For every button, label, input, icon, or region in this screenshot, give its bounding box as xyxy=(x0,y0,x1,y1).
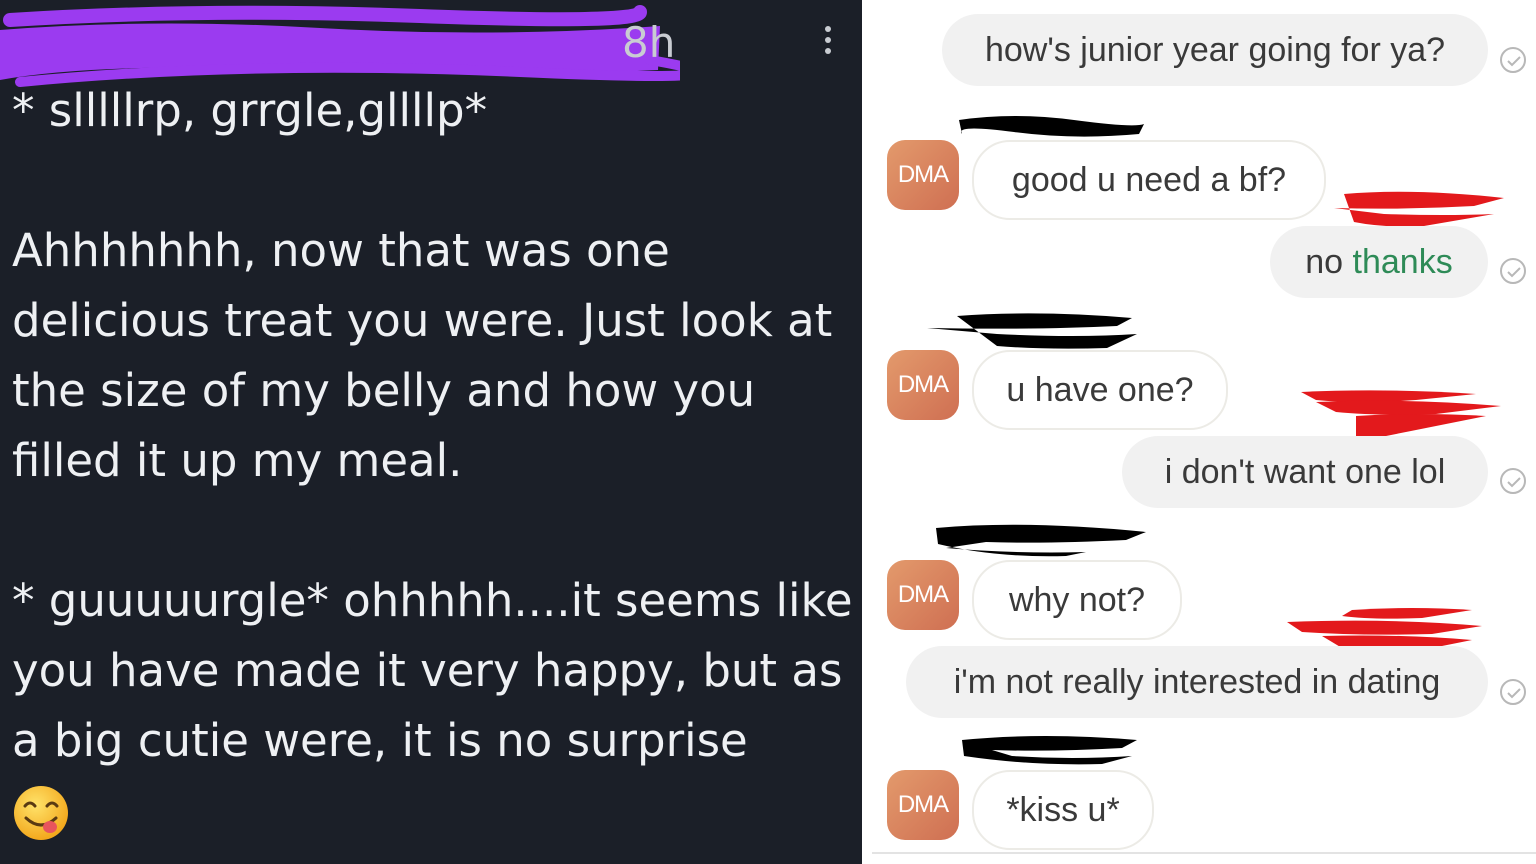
divider xyxy=(872,852,1536,854)
red-redaction xyxy=(1334,191,1504,227)
message-text: u have one? xyxy=(1006,370,1194,409)
message-bubble-sent: no thanks xyxy=(1270,226,1488,298)
message-text: why not? xyxy=(1008,580,1146,619)
avatar: DMA xyxy=(887,560,959,630)
message-bubble-sent: how's junior year going for ya? xyxy=(942,14,1488,86)
message-text-highlight: thanks xyxy=(1352,242,1453,281)
message-bubble-received: why not? xyxy=(972,560,1182,640)
more-options-icon[interactable] xyxy=(816,26,840,62)
comment-line-2: Ahhhhhhh, now that was one delicious tre… xyxy=(12,224,833,487)
message-text: i don't want one lol xyxy=(1164,452,1446,491)
message-text: good u need a bf? xyxy=(1011,160,1287,199)
black-redaction xyxy=(927,313,1137,349)
black-redaction xyxy=(936,524,1146,557)
message-bubble-received: *kiss u* xyxy=(972,770,1154,850)
message-text: i'm not really interested in dating xyxy=(953,662,1441,701)
read-receipt-icon xyxy=(1500,47,1526,73)
message-bubble-sent: i don't want one lol xyxy=(1122,436,1488,508)
avatar: DMA xyxy=(887,770,959,840)
comment-line-3: * guuuuurgle* ohhhhh....it seems like yo… xyxy=(12,574,853,767)
avatar: DMA xyxy=(887,350,959,420)
read-receipt-icon xyxy=(1500,468,1526,494)
chat-panel: how's junior year going for ya? DMA good… xyxy=(862,0,1536,864)
message-text-plain: no xyxy=(1305,242,1353,281)
black-redaction xyxy=(959,116,1144,137)
black-redaction xyxy=(962,736,1137,765)
message-bubble-received: good u need a bf? xyxy=(972,140,1326,220)
comment-panel: 8h * slllllrp, grrgle,gllllp* Ahhhhhhh, … xyxy=(0,0,862,864)
message-text: *kiss u* xyxy=(1006,790,1120,829)
message-bubble-received: u have one? xyxy=(972,350,1228,430)
avatar: DMA xyxy=(887,140,959,210)
message-text: how's junior year going for ya? xyxy=(984,30,1446,69)
read-receipt-icon xyxy=(1500,258,1526,284)
message-bubble-sent: i'm not really interested in dating xyxy=(906,646,1488,718)
yum-face-icon xyxy=(14,786,68,840)
comment-line-1: * slllllrp, grrgle,gllllp* xyxy=(12,84,488,137)
comment-timestamp: 8h xyxy=(622,18,676,67)
read-receipt-icon xyxy=(1500,679,1526,705)
